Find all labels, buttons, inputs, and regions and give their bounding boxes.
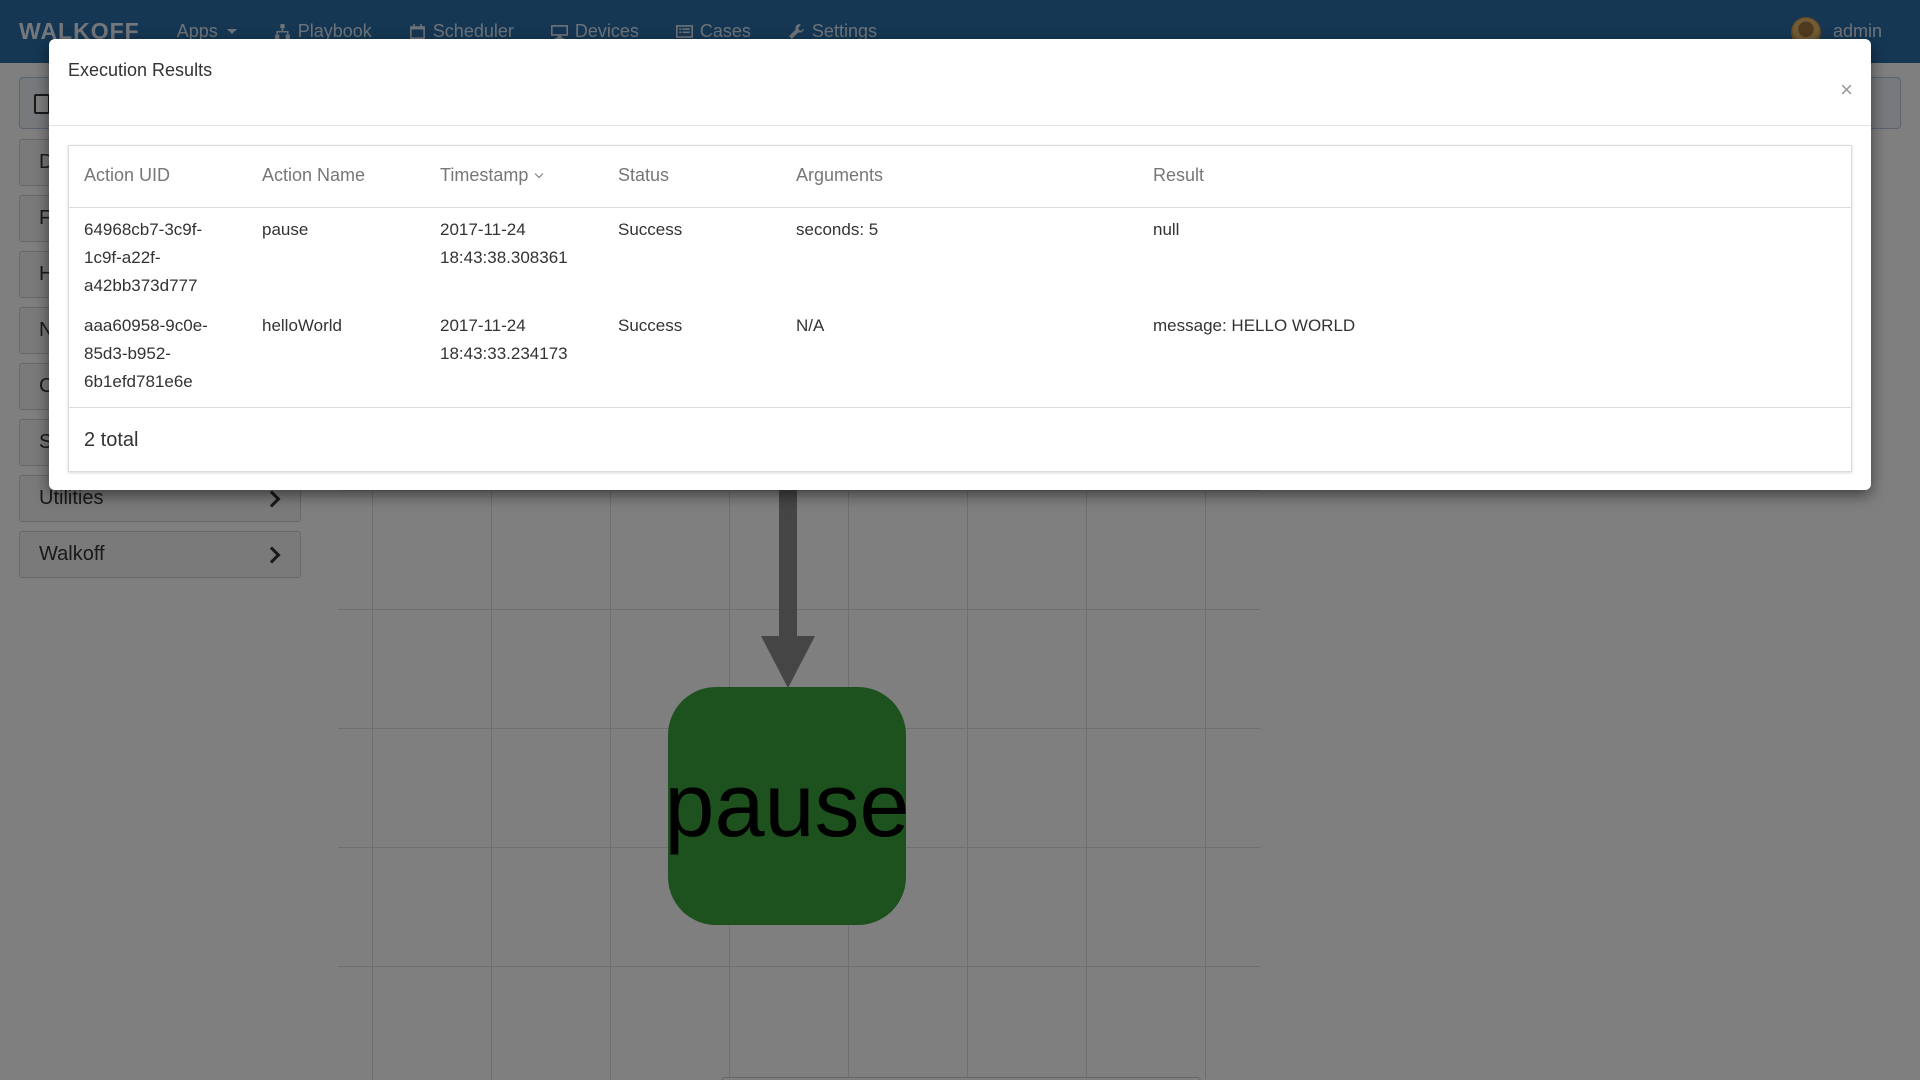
- table-header: Action UID Action Name Timestamp Status …: [69, 146, 1851, 208]
- uid-line: aaa60958-9c0e-: [84, 316, 208, 335]
- column-header-arguments[interactable]: Arguments: [796, 165, 883, 186]
- results-table: Action UID Action Name Timestamp Status …: [68, 145, 1852, 472]
- timestamp-time: 18:43:38.308361: [440, 248, 568, 267]
- column-label: Arguments: [796, 165, 884, 185]
- execution-results-modal: Execution Results × Action UID Action Na…: [49, 39, 1871, 490]
- cell-arguments: seconds: 5: [796, 220, 879, 239]
- column-label: Action UID: [84, 165, 171, 185]
- cell-action-uid: 64968cb7-3c9f- 1c9f-a22f- a42bb373d777: [84, 216, 202, 300]
- cell-status: Success: [618, 220, 683, 239]
- timestamp-date: 2017-11-24: [440, 316, 526, 335]
- uid-line: 64968cb7-3c9f-: [84, 220, 203, 239]
- column-header-action-name[interactable]: Action Name: [262, 165, 365, 186]
- table-body: 64968cb7-3c9f- 1c9f-a22f- a42bb373d777 p…: [69, 208, 1851, 408]
- timestamp-date: 2017-11-24: [440, 220, 526, 239]
- cell-action-name: pause: [262, 220, 309, 239]
- column-label: Status: [618, 165, 670, 185]
- column-label: Action Name: [262, 165, 366, 185]
- uid-line: 85d3-b952-: [84, 344, 171, 363]
- modal-title: Execution Results: [68, 60, 213, 80]
- column-header-status[interactable]: Status: [618, 165, 669, 186]
- close-icon[interactable]: ×: [1840, 79, 1853, 101]
- timestamp-time: 18:43:33.234173: [440, 344, 568, 363]
- cell-timestamp: 2017-11-24 18:43:38.308361: [440, 216, 568, 272]
- cell-action-uid: aaa60958-9c0e- 85d3-b952- 6b1efd781e6e: [84, 312, 208, 396]
- column-header-timestamp[interactable]: Timestamp: [440, 165, 544, 186]
- column-label: Result: [1153, 165, 1205, 185]
- cell-status: Success: [618, 316, 683, 335]
- modal-header: Execution Results ×: [49, 39, 1871, 126]
- column-header-action-uid[interactable]: Action UID: [84, 165, 170, 186]
- cell-arguments: N/A: [796, 316, 825, 335]
- cell-result: null: [1153, 220, 1180, 239]
- uid-line: a42bb373d777: [84, 276, 198, 295]
- uid-line: 1c9f-a22f-: [84, 248, 161, 267]
- cell-timestamp: 2017-11-24 18:43:33.234173: [440, 312, 568, 368]
- uid-line: 6b1efd781e6e: [84, 372, 193, 391]
- column-header-result[interactable]: Result: [1153, 165, 1204, 186]
- cell-result: message: HELLO WORLD: [1153, 316, 1356, 335]
- table-total-count: 2 total: [84, 429, 139, 451]
- column-label: Timestamp: [440, 165, 529, 185]
- cell-action-name: helloWorld: [262, 316, 343, 335]
- sort-desc-icon: [535, 169, 544, 178]
